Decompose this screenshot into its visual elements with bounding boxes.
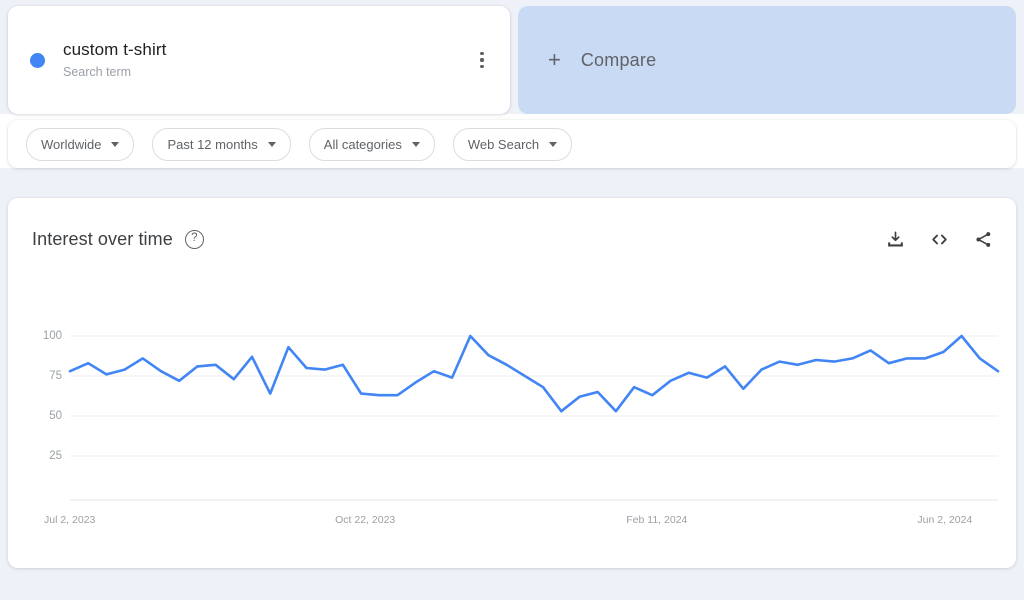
- search-term-texts: custom t-shirt Search term: [63, 39, 166, 82]
- search-term-label: custom t-shirt: [63, 39, 167, 59]
- chevron-down-icon: [267, 141, 276, 147]
- help-icon[interactable]: ?: [184, 229, 204, 249]
- download-icon[interactable]: [884, 228, 906, 250]
- y-axis-tick-label: 75: [49, 370, 62, 382]
- dot: [480, 64, 484, 68]
- filter-category[interactable]: All categories: [308, 127, 435, 161]
- embed-code-icon[interactable]: [928, 228, 950, 250]
- top-region: custom t-shirt Search term + Compare Wor…: [0, 0, 1024, 168]
- chevron-down-icon: [549, 141, 558, 147]
- dot: [480, 52, 484, 56]
- y-axis-tick-label: 50: [49, 410, 62, 422]
- interest-over-time-card: Interest over time ? 100 75 50 25 Jul 2,…: [8, 198, 1016, 568]
- search-term-card[interactable]: custom t-shirt Search term: [8, 6, 510, 114]
- chevron-down-icon: [111, 141, 120, 147]
- x-axis-tick-label: Feb 11, 2024: [626, 514, 688, 526]
- filter-location[interactable]: Worldwide: [26, 127, 135, 161]
- filter-category-label: All categories: [323, 136, 402, 152]
- filter-location-label: Worldwide: [41, 136, 102, 152]
- chevron-down-icon: [411, 141, 420, 147]
- compare-label: Compare: [580, 49, 657, 70]
- compare-card[interactable]: + Compare: [518, 6, 1016, 114]
- filter-bar: Worldwide Past 12 months All categories …: [8, 120, 1016, 168]
- chart-actions: [884, 228, 994, 250]
- page-title: Interest over time: [32, 228, 173, 249]
- y-axis-tick-label: 25: [49, 450, 62, 462]
- interest-over-time-chart: [68, 334, 1000, 501]
- filter-time-range[interactable]: Past 12 months: [152, 127, 291, 161]
- series-color-dot: [30, 52, 45, 68]
- search-term-type: Search term: [63, 64, 132, 79]
- x-axis-tick-label: Jun 2, 2024: [917, 514, 973, 526]
- chart-plot-area: 100 75 50 25 Jul 2, 2023 Oct 22, 2023 Feb 11,…: [8, 198, 1016, 568]
- plus-icon: +: [548, 47, 561, 72]
- chart-header: Interest over time ?: [8, 198, 1016, 250]
- more-vert-icon[interactable]: [470, 48, 494, 72]
- y-axis-labels: 100 75 50 25: [22, 198, 62, 568]
- filter-search-type-label: Web Search: [467, 136, 540, 152]
- x-axis-tick-label: Jul 2, 2023: [44, 514, 96, 526]
- y-axis-tick-label: 100: [42, 330, 62, 342]
- x-axis-tick-label: Oct 22, 2023: [335, 514, 396, 526]
- search-term-row: custom t-shirt Search term + Compare: [0, 0, 1024, 114]
- dot: [480, 58, 484, 62]
- filter-time-range-label: Past 12 months: [167, 136, 258, 152]
- share-icon[interactable]: [972, 228, 994, 250]
- series-line-custom-t-shirt: [68, 334, 1000, 413]
- filter-search-type[interactable]: Web Search: [452, 127, 573, 161]
